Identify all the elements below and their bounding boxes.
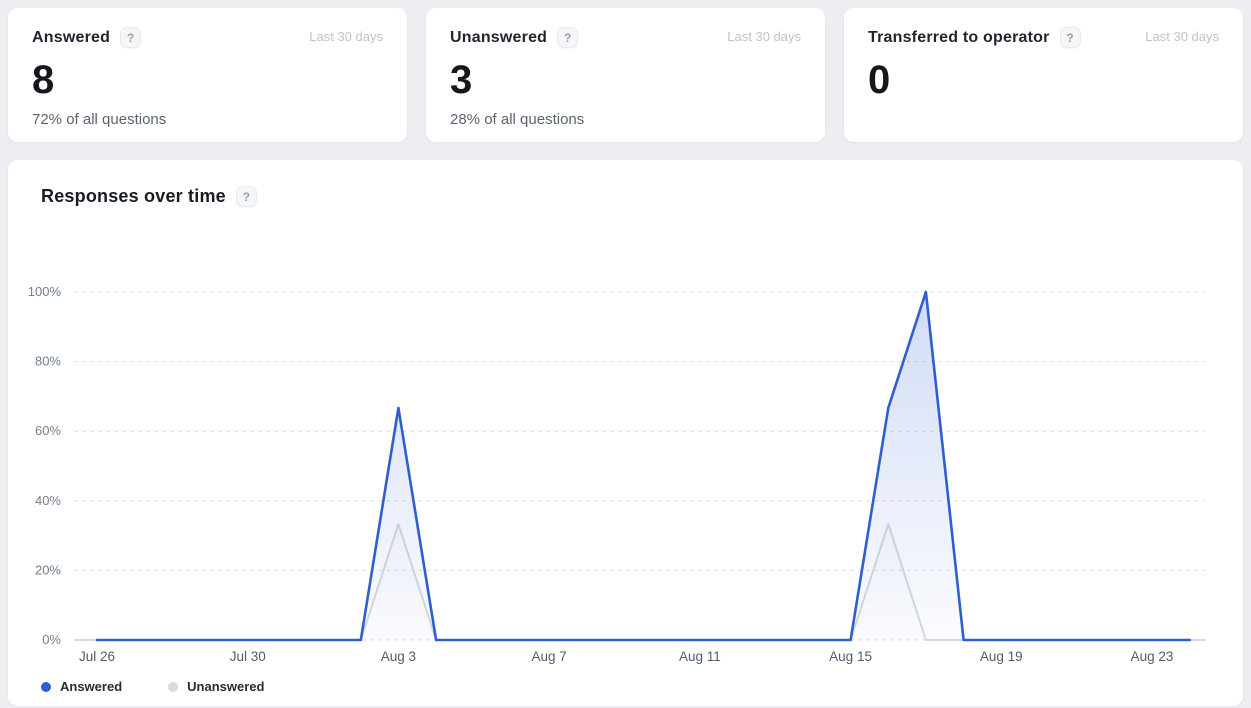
y-axis-label: 100% xyxy=(28,284,62,299)
stat-value: 3 xyxy=(450,58,801,102)
x-axis-label: Aug 3 xyxy=(381,649,416,664)
legend-label: Answered xyxy=(60,679,122,694)
stat-value: 8 xyxy=(32,58,383,102)
stat-subtitle: 72% of all questions xyxy=(32,111,383,128)
stat-value: 0 xyxy=(868,58,1219,102)
chart-header: Responses over time ? xyxy=(8,160,1243,207)
stat-subtitle: 28% of all questions xyxy=(450,111,801,128)
y-axis-label: 0% xyxy=(42,632,61,647)
x-axis-label: Aug 11 xyxy=(679,649,721,664)
help-icon[interactable]: ? xyxy=(1060,27,1081,48)
period-label: Last 30 days xyxy=(1145,29,1219,44)
series-area-answered xyxy=(97,292,1190,640)
legend-item-unanswered[interactable]: Unanswered xyxy=(168,679,264,694)
chart-legend: Answered Unanswered xyxy=(41,679,264,694)
x-axis-label: Jul 26 xyxy=(79,649,115,664)
x-axis-label: Aug 19 xyxy=(980,649,1023,664)
stat-title: Transferred to operator xyxy=(868,29,1050,47)
series-line-answered xyxy=(97,292,1190,640)
unanswered-dot-icon xyxy=(168,682,178,692)
legend-label: Unanswered xyxy=(187,679,264,694)
help-icon[interactable]: ? xyxy=(236,186,257,207)
stats-row: Last 30 days Answered ? 8 72% of all que… xyxy=(8,8,1243,142)
y-axis-label: 60% xyxy=(35,423,61,438)
responses-over-time-card: Responses over time ? 0% 20% 40% 60% 80% 100%… xyxy=(8,160,1243,706)
stat-title: Unanswered xyxy=(450,29,547,47)
period-label: Last 30 days xyxy=(727,29,801,44)
legend-item-answered[interactable]: Answered xyxy=(41,679,122,694)
answered-dot-icon xyxy=(41,682,51,692)
y-axis-label: 20% xyxy=(35,562,61,577)
series-area-unanswered xyxy=(75,524,1205,640)
y-axis-label: 80% xyxy=(35,354,61,369)
grid-lines: 0% 20% 40% 60% 80% 100% xyxy=(28,284,1205,647)
x-axis-label: Jul 30 xyxy=(230,649,266,664)
period-label: Last 30 days xyxy=(309,29,383,44)
x-axis-label: Aug 15 xyxy=(829,649,872,664)
y-axis-label: 40% xyxy=(35,493,61,508)
stat-card-unanswered: Last 30 days Unanswered ? 3 28% of all q… xyxy=(426,8,825,142)
responses-line-chart: 0% 20% 40% 60% 80% 100% Jul 26 Jul 30 Aug 3 Aug 7… xyxy=(8,160,1243,706)
stat-card-answered: Last 30 days Answered ? 8 72% of all que… xyxy=(8,8,407,142)
x-axis-label: Aug 7 xyxy=(532,649,567,664)
help-icon[interactable]: ? xyxy=(557,27,578,48)
help-icon[interactable]: ? xyxy=(120,27,141,48)
chart-title: Responses over time xyxy=(41,186,226,207)
series-line-unanswered xyxy=(75,524,1205,640)
stat-card-transferred: Last 30 days Transferred to operator ? 0 xyxy=(844,8,1243,142)
stat-title: Answered xyxy=(32,29,110,47)
x-axis-labels: Jul 26 Jul 30 Aug 3 Aug 7 Aug 11 Aug 15 Aug 19… xyxy=(79,649,1173,664)
x-axis-label: Aug 23 xyxy=(1131,649,1174,664)
